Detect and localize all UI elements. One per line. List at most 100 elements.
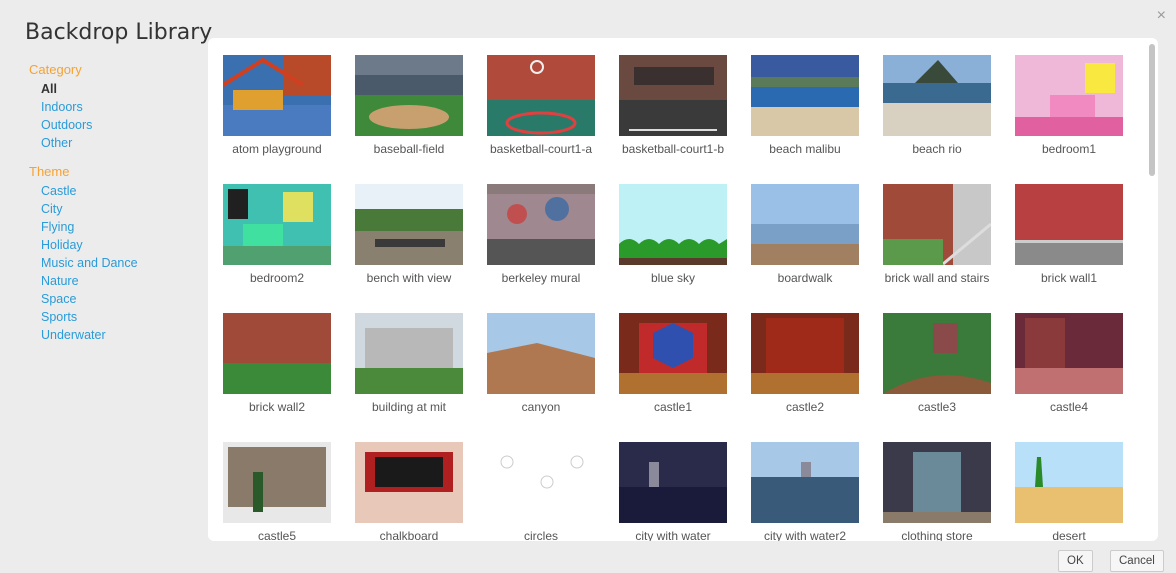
backdrop-tile[interactable]: brick wall1 <box>1000 167 1132 292</box>
backdrop-tile[interactable]: basketball-court1-b <box>604 38 736 163</box>
backdrop-thumbnail <box>355 313 463 394</box>
backdrop-label: blue sky <box>650 271 696 285</box>
backdrop-label: chalkboard <box>379 529 439 541</box>
dialog-title: Backdrop Library <box>25 20 213 45</box>
backdrop-tile[interactable]: boardwalk <box>736 167 868 292</box>
backdrop-thumbnail <box>355 55 463 136</box>
sidebar: Category All Indoors Outdoors Other Them… <box>29 62 204 344</box>
sidebar-item-other[interactable]: Other <box>29 134 204 152</box>
sidebar-item-space[interactable]: Space <box>29 290 204 308</box>
scrollbar-thumb[interactable] <box>1149 44 1155 176</box>
backdrop-thumbnail <box>751 184 859 265</box>
backdrop-thumbnail <box>751 442 859 523</box>
backdrop-tile[interactable]: beach malibu <box>736 38 868 163</box>
backdrop-label: beach malibu <box>769 142 841 156</box>
backdrop-tile[interactable]: blue sky <box>604 167 736 292</box>
backdrop-thumbnail <box>223 184 331 265</box>
close-icon[interactable]: × <box>1157 8 1166 24</box>
backdrop-tile[interactable]: castle1 <box>604 296 736 421</box>
sidebar-item-indoors[interactable]: Indoors <box>29 98 204 116</box>
cancel-button[interactable]: Cancel <box>1110 550 1164 572</box>
backdrop-label: boardwalk <box>777 271 833 285</box>
category-heading: Category <box>29 62 82 77</box>
backdrop-label: clothing store <box>901 529 973 541</box>
backdrop-tile[interactable]: building at mit <box>340 296 472 421</box>
backdrop-thumbnail <box>223 313 331 394</box>
backdrop-thumbnail <box>223 55 331 136</box>
backdrop-tile[interactable]: brick wall and stairs <box>868 167 1000 292</box>
backdrop-tile[interactable]: castle4 <box>1000 296 1132 421</box>
backdrop-label: desert <box>1052 529 1086 541</box>
sidebar-item-holiday[interactable]: Holiday <box>29 236 204 254</box>
backdrop-label: canyon <box>521 400 561 414</box>
backdrop-label: castle2 <box>785 400 825 414</box>
backdrop-label: berkeley mural <box>501 271 581 285</box>
backdrop-tile[interactable]: city with water <box>604 425 736 541</box>
theme-heading: Theme <box>29 164 70 179</box>
sidebar-item-flying[interactable]: Flying <box>29 218 204 236</box>
backdrop-thumbnail <box>1015 442 1123 523</box>
sidebar-item-underwater[interactable]: Underwater <box>29 326 204 344</box>
backdrop-tile[interactable]: clothing store <box>868 425 1000 541</box>
sidebar-item-nature[interactable]: Nature <box>29 272 204 290</box>
sidebar-item-music-and-dance[interactable]: Music and Dance <box>29 254 204 272</box>
backdrop-label: bench with view <box>366 271 452 285</box>
scrollbar[interactable] <box>1148 44 1156 535</box>
backdrop-label: basketball-court1-a <box>489 142 593 156</box>
backdrop-grid-panel: atom playground baseball-field basketball-… <box>208 38 1158 541</box>
backdrop-tile[interactable]: canyon <box>472 296 604 421</box>
backdrop-thumbnail <box>355 442 463 523</box>
ok-button[interactable]: OK <box>1058 550 1093 572</box>
backdrop-thumbnail <box>487 442 595 523</box>
sidebar-item-all[interactable]: All <box>29 80 204 98</box>
backdrop-tile[interactable]: brick wall2 <box>208 296 340 421</box>
sidebar-item-outdoors[interactable]: Outdoors <box>29 116 204 134</box>
sidebar-item-castle[interactable]: Castle <box>29 182 204 200</box>
backdrop-tile[interactable]: berkeley mural <box>472 167 604 292</box>
backdrop-label: castle1 <box>653 400 693 414</box>
backdrop-thumbnail <box>883 184 991 265</box>
backdrop-tile[interactable]: bench with view <box>340 167 472 292</box>
backdrop-thumbnail <box>487 313 595 394</box>
backdrop-label: basketball-court1-b <box>621 142 725 156</box>
backdrop-thumbnail <box>619 313 727 394</box>
backdrop-tile[interactable]: desert <box>1000 425 1132 541</box>
backdrop-tile[interactable]: beach rio <box>868 38 1000 163</box>
backdrop-label: brick wall and stairs <box>884 271 990 285</box>
backdrop-label: city with water <box>635 529 711 541</box>
backdrop-tile[interactable]: city with water2 <box>736 425 868 541</box>
backdrop-tile[interactable]: circles <box>472 425 604 541</box>
backdrop-label: building at mit <box>371 400 447 414</box>
backdrop-tile[interactable]: atom playground <box>208 38 340 163</box>
backdrop-thumbnail <box>751 313 859 394</box>
backdrop-thumbnail <box>487 55 595 136</box>
backdrop-thumbnail <box>1015 184 1123 265</box>
sidebar-item-sports[interactable]: Sports <box>29 308 204 326</box>
backdrop-tile[interactable]: castle3 <box>868 296 1000 421</box>
backdrop-thumbnail <box>883 55 991 136</box>
backdrop-thumbnail <box>619 184 727 265</box>
backdrop-tile[interactable]: baseball-field <box>340 38 472 163</box>
backdrop-label: castle4 <box>1049 400 1089 414</box>
backdrop-thumbnail <box>1015 55 1123 136</box>
backdrop-label: castle3 <box>917 400 957 414</box>
backdrop-tile[interactable]: castle5 <box>208 425 340 541</box>
backdrop-thumbnail <box>883 442 991 523</box>
backdrop-label: city with water2 <box>763 529 847 541</box>
backdrop-tile[interactable]: chalkboard <box>340 425 472 541</box>
backdrop-tile[interactable]: bedroom1 <box>1000 38 1132 163</box>
backdrop-label: brick wall1 <box>1040 271 1097 285</box>
backdrop-tile[interactable]: bedroom2 <box>208 167 340 292</box>
backdrop-thumbnail <box>223 442 331 523</box>
backdrop-label: brick wall2 <box>248 400 305 414</box>
backdrop-label: bedroom2 <box>249 271 305 285</box>
sidebar-item-city[interactable]: City <box>29 200 204 218</box>
backdrop-grid: atom playground baseball-field basketball-… <box>208 38 1143 541</box>
backdrop-tile[interactable]: basketball-court1-a <box>472 38 604 163</box>
backdrop-thumbnail <box>619 442 727 523</box>
backdrop-tile[interactable]: castle2 <box>736 296 868 421</box>
backdrop-label: circles <box>523 529 558 541</box>
backdrop-library-dialog: Backdrop Library × Category All Indoors … <box>0 0 1176 573</box>
backdrop-thumbnail <box>751 55 859 136</box>
backdrop-label: castle5 <box>257 529 297 541</box>
